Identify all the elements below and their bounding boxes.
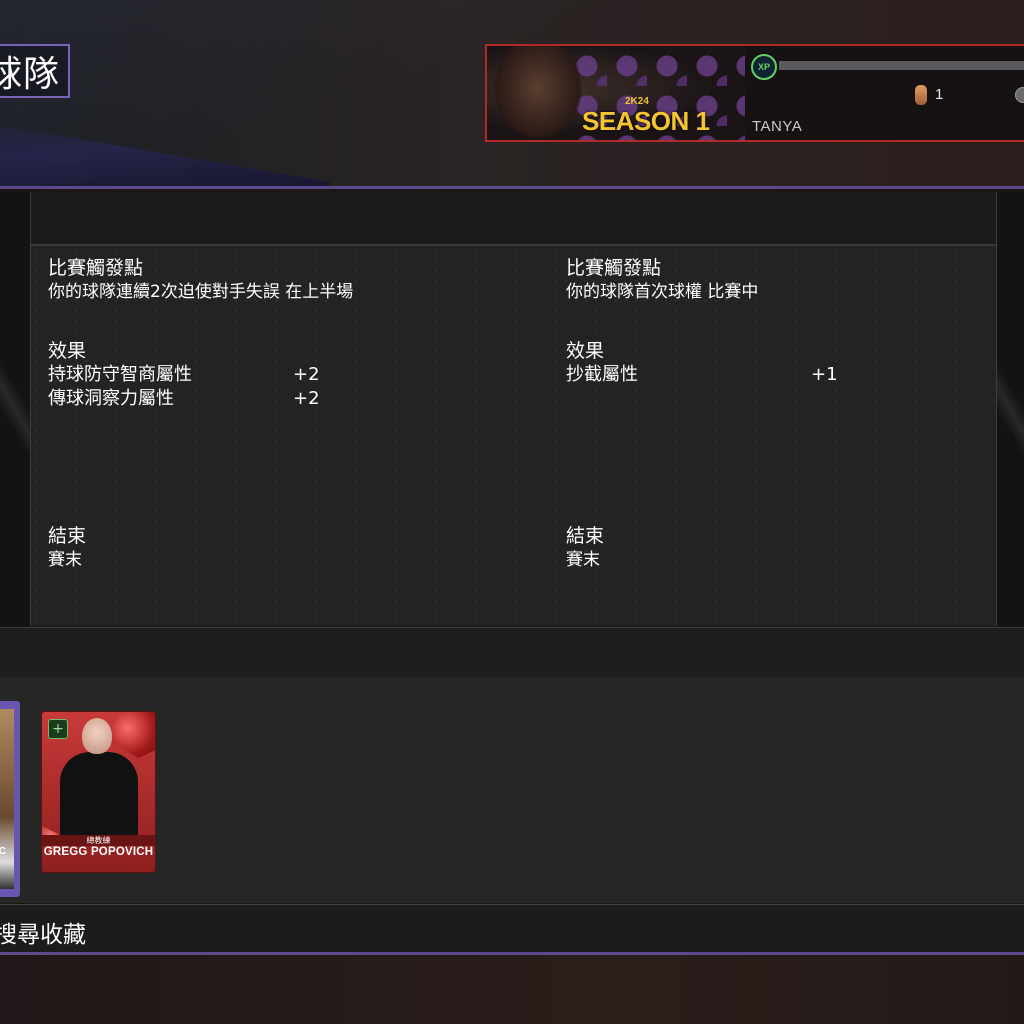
page-title: 球隊	[0, 44, 70, 98]
card-role: 總教練	[42, 835, 155, 846]
coach-head	[82, 718, 112, 754]
details-panel-header	[31, 192, 996, 246]
player-name: TANYA	[752, 118, 803, 135]
details-panel: 比賽觸發點 你的球隊連續2次迫使對手失誤 在上半場 效果 持球防守智商屬性 +2…	[30, 192, 997, 626]
search-collection-button[interactable]: 搜尋收藏	[0, 915, 86, 949]
effect-value: +2	[293, 388, 320, 409]
coach-portrait	[60, 718, 138, 842]
card-name: GREGG POPOVICH	[43, 846, 154, 858]
effect-value: +2	[293, 364, 320, 385]
player-portrait	[493, 46, 583, 140]
trigger-heading: 比賽觸發點	[48, 257, 144, 279]
end-text: 賽末	[48, 550, 82, 570]
previous-card-name: IC	[0, 846, 6, 857]
end-text: 賽末	[566, 550, 600, 570]
header-divider	[0, 186, 1024, 189]
effect-name: 傳球洞察力屬性	[48, 388, 174, 409]
previous-card-art	[0, 709, 14, 889]
left-side-art	[0, 192, 30, 626]
season-banner[interactable]: 2K24 SEASON 1 XP TANYA 1	[485, 44, 1024, 142]
xp-icon: XP	[751, 54, 777, 80]
season-artwork: 2K24 SEASON 1	[487, 46, 745, 140]
end-heading: 結束	[48, 525, 87, 547]
season-label: SEASON 1	[582, 106, 710, 136]
plus-icon: +	[48, 719, 68, 739]
effect-name: 抄截屬性	[566, 364, 638, 385]
collection-header	[0, 627, 1024, 678]
effect-row: 抄截屬性 +1	[566, 363, 866, 387]
currency-icon	[1015, 87, 1024, 103]
trigger-text: 你的球隊首次球權 比賽中	[566, 282, 759, 302]
xp-progress-bar	[779, 61, 1024, 70]
right-side-art	[996, 192, 1024, 626]
effect-row: 傳球洞察力屬性 +2	[48, 387, 348, 411]
end-heading: 結束	[566, 525, 605, 547]
previous-card[interactable]: IC	[0, 701, 20, 897]
effect-heading: 效果	[566, 340, 605, 362]
effect-value: +1	[811, 364, 838, 385]
coach-card[interactable]: + 總教練 GREGG POPOVICH	[41, 711, 156, 873]
footer-background	[0, 955, 1024, 1024]
effect-row: 持球防守智商屬性 +2	[48, 363, 348, 387]
coach-body	[60, 752, 138, 842]
trigger-text: 你的球隊連續2次迫使對手失誤 在上半場	[48, 282, 354, 302]
coin-icon	[915, 85, 927, 105]
details-panel-body: 比賽觸發點 你的球隊連續2次迫使對手失誤 在上半場 效果 持球防守智商屬性 +2…	[31, 246, 996, 626]
bottom-bar: 搜尋收藏	[0, 904, 1024, 953]
effect-name: 持球防守智商屬性	[48, 364, 192, 385]
trigger-heading: 比賽觸發點	[566, 257, 662, 279]
coin-count: 1	[935, 86, 944, 103]
effect-heading: 效果	[48, 340, 87, 362]
page-title-text: 球隊	[0, 54, 61, 95]
